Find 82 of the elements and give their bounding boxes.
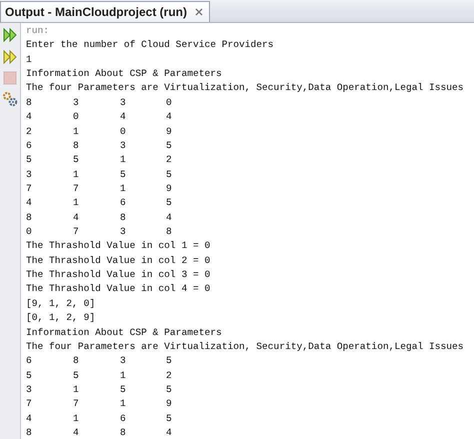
- output-value: 8: [26, 210, 33, 225]
- output-value: 5: [73, 153, 80, 168]
- double-arrow-icon[interactable]: [2, 49, 18, 65]
- output-value: 4: [26, 412, 33, 426]
- output-value: 1: [73, 196, 80, 210]
- output-value: 6: [120, 196, 127, 210]
- output-value: 8: [166, 225, 173, 240]
- output-value: 1: [120, 397, 127, 412]
- output-value: 3: [120, 354, 127, 368]
- output-value: 7: [73, 397, 80, 412]
- output-value: 2: [166, 368, 173, 383]
- output-value: 4: [26, 110, 33, 124]
- output-line: The Thrashold Value in col 1 = 0: [26, 239, 210, 254]
- output-value: 3: [120, 225, 127, 240]
- output-value: 4: [166, 210, 173, 225]
- output-value: 5: [26, 153, 33, 168]
- output-value: 8: [26, 96, 33, 110]
- close-icon[interactable]: [194, 8, 203, 16]
- output-value: 0: [73, 110, 80, 124]
- output-value: 4: [26, 196, 33, 210]
- output-value: 1: [73, 382, 80, 397]
- output-tab[interactable]: Output - MainCloudproject (run): [0, 1, 210, 22]
- output-line: [0, 1, 2, 9]: [26, 311, 96, 326]
- output-line: The Thrashold Value in col 2 = 0: [26, 254, 210, 268]
- output-value: 5: [166, 354, 173, 368]
- output-line: Information About CSP & Parameters: [26, 326, 222, 340]
- output-value: 1: [73, 412, 80, 426]
- output-value: 7: [73, 225, 80, 240]
- output-value: 5: [166, 168, 173, 182]
- output-value: 5: [73, 368, 80, 383]
- output-value: 8: [120, 210, 127, 225]
- output-value: 9: [166, 124, 173, 139]
- output-value: 7: [26, 397, 33, 412]
- output-value: 9: [166, 182, 173, 196]
- output-value: 7: [73, 182, 80, 196]
- output-line: Information About CSP & Parameters: [26, 67, 222, 82]
- output-value: 1: [73, 124, 80, 139]
- output-value: 5: [166, 412, 173, 426]
- output-value: 3: [73, 96, 80, 110]
- output-value: 5: [166, 196, 173, 210]
- output-value: 0: [26, 225, 33, 240]
- output-value: 3: [26, 382, 33, 397]
- output-line: The four Parameters are Virtualization, Security,Data Operation,Legal Issues: [26, 81, 464, 96]
- output-line: The Thrashold Value in col 4 = 0: [26, 282, 210, 296]
- output-value: 2: [26, 124, 33, 139]
- output-line: The Thrashold Value in col 3 = 0: [26, 268, 210, 282]
- output-value: 1: [73, 168, 80, 182]
- output-line: 1: [26, 52, 32, 67]
- output-value: 1: [120, 182, 127, 196]
- output-value: 6: [26, 138, 33, 153]
- output-value: 6: [120, 412, 127, 426]
- output-value: 6: [26, 354, 33, 368]
- output-value: 4: [73, 210, 80, 225]
- output-value: 5: [166, 382, 173, 397]
- output-value: 7: [26, 182, 33, 196]
- output-value: 3: [120, 138, 127, 153]
- double-arrow-icon[interactable]: [2, 27, 18, 43]
- output-line: The four Parameters are Virtualization, Security,Data Operation,Legal Issues: [26, 340, 464, 354]
- output-value: 0: [120, 124, 127, 139]
- output-value: 8: [120, 426, 127, 439]
- output-value: 8: [73, 354, 80, 368]
- output-value: 1: [120, 153, 127, 168]
- output-value: 0: [166, 96, 173, 110]
- output-value: 5: [26, 368, 33, 383]
- settings-icon[interactable]: [2, 91, 18, 107]
- output-line: run:: [26, 24, 50, 38]
- output-value: 4: [73, 426, 80, 439]
- output-line: [9, 1, 2, 0]: [26, 296, 96, 311]
- output-value: 5: [166, 138, 173, 153]
- output-value: 5: [120, 168, 127, 182]
- output-value: 9: [166, 397, 173, 412]
- output-value: 4: [120, 110, 127, 124]
- output-value: 1: [120, 368, 127, 383]
- output-line: Enter the number of Cloud Service Providers: [26, 38, 274, 52]
- output-value: 8: [73, 138, 80, 153]
- output-value: 8: [26, 426, 33, 439]
- output-value: 2: [166, 153, 173, 168]
- output-value: 3: [26, 168, 33, 182]
- output-value: 5: [120, 382, 127, 397]
- output-value: 3: [120, 96, 127, 110]
- output-value: 4: [166, 110, 173, 124]
- output-value: 4: [166, 426, 173, 439]
